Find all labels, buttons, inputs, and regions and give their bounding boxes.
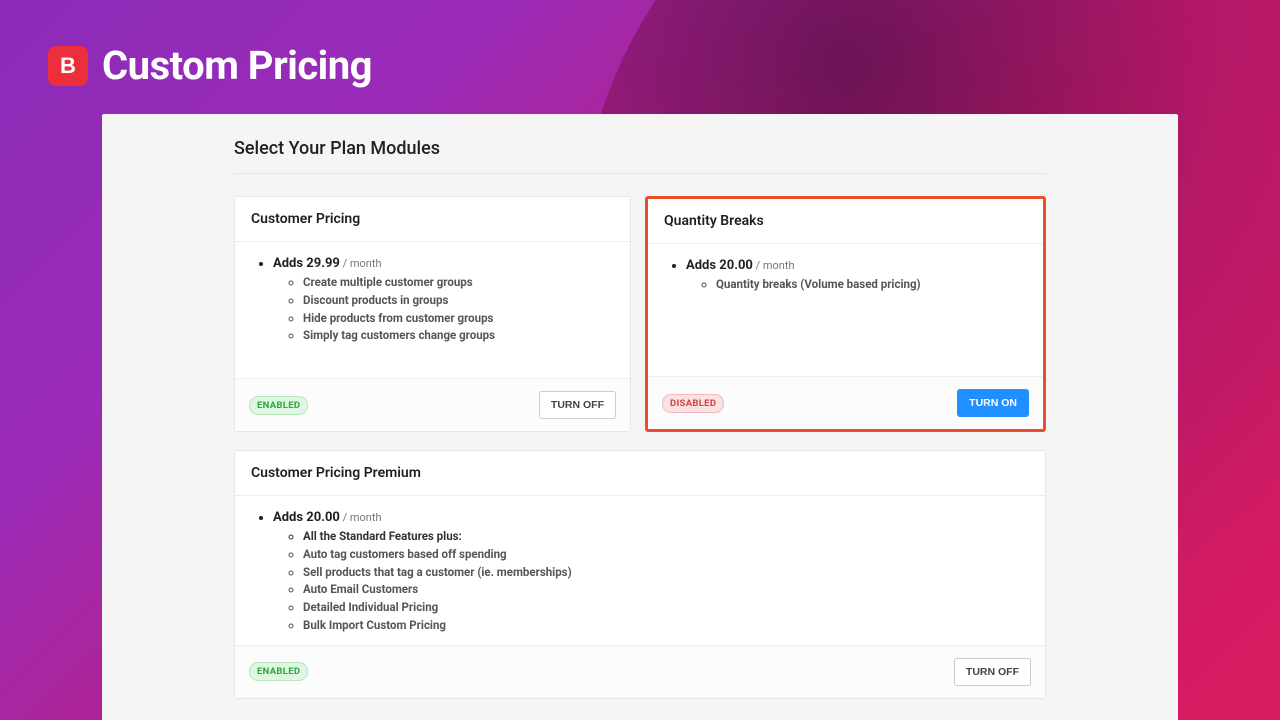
adds-prefix: Adds — [273, 256, 306, 271]
feature-item: Discount products in groups — [303, 292, 614, 310]
module-cards-row: Customer Pricing Adds 29.99 / month Crea… — [234, 196, 1046, 432]
module-card-quantity-breaks: Quantity Breaks Adds 20.00 / month Quant… — [645, 196, 1046, 432]
main-panel: Select Your Plan Modules Customer Pricin… — [102, 114, 1178, 720]
adds-prefix: Adds — [273, 510, 306, 525]
card-title: Quantity Breaks — [648, 199, 1043, 244]
module-card-customer-pricing: Customer Pricing Adds 29.99 / month Crea… — [234, 196, 631, 432]
feature-item: Auto Email Customers — [303, 581, 1029, 599]
status-badge: ENABLED — [249, 396, 308, 415]
adds-prefix: Adds — [686, 258, 719, 273]
price-line: Adds 20.00 / month All the Standard Feat… — [273, 510, 1029, 635]
card-title: Customer Pricing — [235, 197, 630, 242]
card-footer: ENABLED TURN OFF — [235, 645, 1045, 698]
app-header: B Custom Pricing — [0, 0, 1280, 89]
price-line: Adds 29.99 / month Create multiple custo… — [273, 256, 614, 345]
turn-off-button[interactable]: TURN OFF — [954, 658, 1031, 686]
price-suffix: / month — [340, 257, 382, 270]
logo-icon: B — [48, 46, 88, 86]
price-value: 29.99 — [306, 256, 340, 271]
feature-item: Sell products that tag a customer (ie. m… — [303, 564, 1029, 582]
card-body: Adds 29.99 / month Create multiple custo… — [235, 242, 630, 378]
feature-item: Create multiple customer groups — [303, 274, 614, 292]
status-badge: ENABLED — [249, 662, 308, 681]
price-line: Adds 20.00 / month Quantity breaks (Volu… — [686, 258, 1027, 294]
price-value: 20.00 — [719, 258, 753, 273]
feature-item: Auto tag customers based off spending — [303, 546, 1029, 564]
features-header: All the Standard Features plus: — [303, 528, 1029, 546]
feature-item: Bulk Import Custom Pricing — [303, 617, 1029, 635]
card-footer: ENABLED TURN OFF — [235, 378, 630, 431]
card-footer: DISABLED TURN ON — [648, 376, 1043, 429]
feature-item: Hide products from customer groups — [303, 310, 614, 328]
price-value: 20.00 — [306, 510, 340, 525]
feature-item: Simply tag customers change groups — [303, 327, 614, 345]
card-body: Adds 20.00 / month Quantity breaks (Volu… — [648, 244, 1043, 376]
turn-off-button[interactable]: TURN OFF — [539, 391, 616, 419]
status-badge: DISABLED — [662, 394, 724, 413]
feature-item: Quantity breaks (Volume based pricing) — [716, 276, 1027, 294]
feature-item: Detailed Individual Pricing — [303, 599, 1029, 617]
turn-on-button[interactable]: TURN ON — [957, 389, 1029, 417]
app-title: Custom Pricing — [102, 42, 372, 89]
price-suffix: / month — [340, 511, 382, 524]
card-body: Adds 20.00 / month All the Standard Feat… — [235, 496, 1045, 645]
section-title: Select Your Plan Modules — [234, 138, 1046, 174]
card-title: Customer Pricing Premium — [235, 451, 1045, 496]
price-suffix: / month — [753, 259, 795, 272]
module-card-customer-pricing-premium: Customer Pricing Premium Adds 20.00 / mo… — [234, 450, 1046, 699]
